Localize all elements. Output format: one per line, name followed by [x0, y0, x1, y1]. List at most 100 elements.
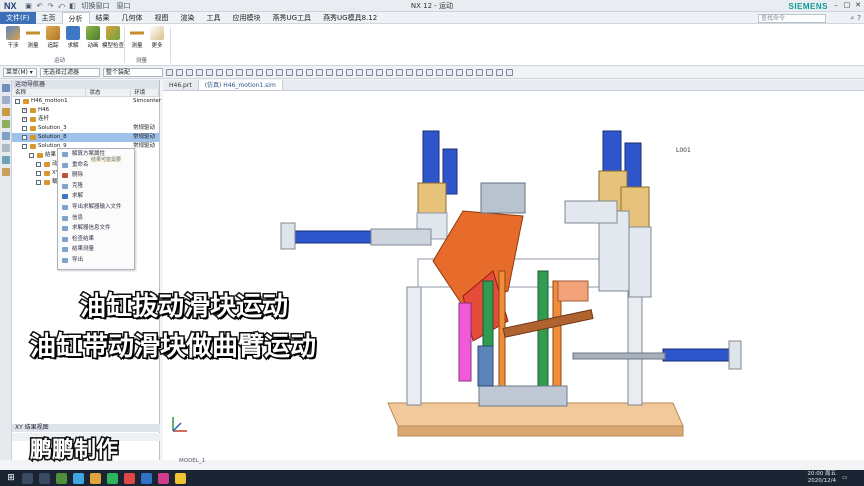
column-status[interactable]: 状态 — [86, 89, 132, 96]
nx-taskbar-icon[interactable] — [141, 472, 152, 484]
ctx-delete[interactable]: 删除 — [58, 170, 134, 181]
menu-yanxiu-mold[interactable]: 燕秀UG模具8.12 — [317, 12, 383, 24]
scope-dropdown[interactable]: 整个装配 — [103, 67, 163, 77]
interference-button[interactable]: 干涉 — [4, 26, 22, 64]
snap-icon[interactable] — [236, 68, 243, 76]
snap-icon[interactable] — [476, 68, 483, 76]
snap-icon[interactable] — [446, 68, 453, 76]
close-icon[interactable]: ✕ — [854, 1, 862, 9]
menu-view[interactable]: 视图 — [149, 12, 175, 24]
snap-icon[interactable] — [376, 68, 383, 76]
menu-render[interactable]: 渲染 — [175, 12, 201, 24]
redo-icon[interactable]: ↷ — [47, 2, 55, 10]
visibility-checkbox[interactable] — [29, 153, 34, 158]
menu-dropdown[interactable]: 菜单(M) ▾ — [3, 67, 37, 77]
task-view-icon[interactable] — [39, 472, 50, 484]
menu-results[interactable]: 结果 — [90, 12, 116, 24]
web-browser-icon[interactable] — [2, 144, 10, 152]
help-icon[interactable]: ? — [857, 14, 861, 23]
model-check-button[interactable]: 模型检查 — [102, 26, 124, 64]
graphics-window[interactable]: H46.prt (仿真) H46_motion1.sim L001 MODEL_… — [163, 80, 864, 464]
snap-icon[interactable] — [496, 68, 503, 76]
save-icon[interactable]: ▣ — [25, 2, 33, 10]
notification-icon[interactable]: ▭ — [842, 474, 860, 482]
app-icon[interactable] — [175, 472, 186, 484]
snap-icon[interactable] — [426, 68, 433, 76]
maximize-icon[interactable]: □ — [843, 1, 851, 9]
command-search-input[interactable]: 查找命令 — [758, 14, 826, 23]
minimize-icon[interactable]: – — [832, 1, 840, 9]
snap-icon[interactable] — [186, 68, 193, 76]
snap-icon[interactable] — [176, 68, 183, 76]
visibility-checkbox[interactable] — [15, 99, 20, 104]
undo-icon[interactable]: ↶ — [36, 2, 44, 10]
tab-simulation[interactable]: (仿真) H46_motion1.sim — [198, 80, 283, 90]
part-navigator-icon[interactable] — [2, 108, 10, 116]
ctx-solve[interactable]: 求解 — [58, 191, 134, 202]
roles-icon[interactable] — [2, 156, 10, 164]
visibility-checkbox[interactable] — [36, 180, 41, 185]
snap-icon[interactable] — [486, 68, 493, 76]
folder-icon[interactable] — [90, 472, 101, 484]
window-menu-button[interactable]: 窗口 — [115, 2, 133, 10]
visibility-checkbox[interactable] — [22, 126, 27, 131]
menu-applications[interactable]: 应用模块 — [227, 12, 267, 24]
snap-icon[interactable] — [366, 68, 373, 76]
visibility-checkbox[interactable] — [36, 162, 41, 167]
tree-row[interactable]: H46 — [12, 106, 159, 115]
column-name[interactable]: 名称 — [12, 89, 87, 96]
snap-icon[interactable] — [266, 68, 273, 76]
snap-icon[interactable] — [346, 68, 353, 76]
snap-icon[interactable] — [286, 68, 293, 76]
ctx-export[interactable]: 导出 — [58, 255, 134, 266]
visibility-checkbox[interactable] — [22, 135, 27, 140]
ctx-information[interactable]: 信息 — [58, 213, 134, 224]
visibility-checkbox[interactable] — [36, 171, 41, 176]
snap-icon[interactable] — [336, 68, 343, 76]
tree-row[interactable]: 连杆 — [12, 115, 159, 124]
visibility-checkbox[interactable] — [22, 144, 27, 149]
wechat-icon[interactable] — [107, 472, 118, 484]
tree-row[interactable]: H46_motion1 Simcenter — [12, 97, 161, 106]
snap-icon[interactable] — [356, 68, 363, 76]
snap-icon[interactable] — [306, 68, 313, 76]
snap-icon[interactable] — [296, 68, 303, 76]
tab-part[interactable]: H46.prt — [163, 80, 199, 90]
snap-icon[interactable] — [216, 68, 223, 76]
snap-icon[interactable] — [246, 68, 253, 76]
snap-icon[interactable] — [326, 68, 333, 76]
browser-icon[interactable] — [73, 472, 84, 484]
ctx-check-results[interactable]: 检查结果 — [58, 234, 134, 245]
animation-button[interactable]: 动画 — [84, 26, 102, 64]
snap-icon[interactable] — [456, 68, 463, 76]
app-icon[interactable] — [56, 472, 67, 484]
snap-icon[interactable] — [276, 68, 283, 76]
snap-icon[interactable] — [466, 68, 473, 76]
snap-icon[interactable] — [206, 68, 213, 76]
menu-geometry[interactable]: 几何体 — [116, 12, 149, 24]
ctx-result-measure[interactable]: 结果测量 — [58, 244, 134, 255]
measure-button[interactable]: 测量 — [24, 26, 42, 64]
switch-window-button[interactable]: 切换窗口 — [80, 2, 112, 10]
snap-icon[interactable] — [196, 68, 203, 76]
tree-row[interactable]: Solution_8 常规驱动 — [12, 133, 159, 142]
search-taskbar-icon[interactable] — [22, 472, 33, 484]
app-icon[interactable] — [158, 472, 169, 484]
solve-button[interactable]: 求解 — [64, 26, 82, 64]
history-icon[interactable] — [2, 132, 10, 140]
app-icon[interactable] — [124, 472, 135, 484]
motion-navigator-icon[interactable] — [2, 84, 10, 92]
snap-icon[interactable] — [256, 68, 263, 76]
snap-icon[interactable] — [316, 68, 323, 76]
snap-icon[interactable] — [166, 68, 173, 76]
snap-icon[interactable] — [406, 68, 413, 76]
switch-window-icon[interactable]: ◧ — [69, 2, 77, 10]
snap-icon[interactable] — [226, 68, 233, 76]
snap-icon[interactable] — [386, 68, 393, 76]
ctx-clone[interactable]: 克隆 — [58, 181, 134, 192]
snap-icon[interactable] — [506, 68, 513, 76]
assembly-navigator-icon[interactable] — [2, 96, 10, 104]
snap-icon[interactable] — [396, 68, 403, 76]
repeat-icon[interactable]: ⤺ — [58, 2, 66, 10]
menu-yanxiu-tools[interactable]: 燕秀UG工具 — [267, 12, 318, 24]
